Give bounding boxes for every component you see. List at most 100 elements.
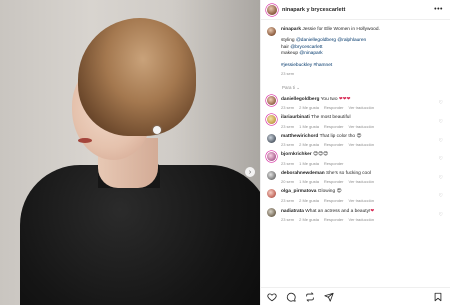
heart-eyes-emoji: 😍: [336, 189, 342, 195]
like-comment-icon[interactable]: ♡: [439, 119, 443, 125]
comment-likes[interactable]: 2 Me gusta: [299, 142, 319, 147]
post-caption: ninapark Jessie for Elle Women in Hollyw…: [261, 21, 450, 77]
comment-item: olga_pirmatova Glowing 😍 23 sem 2 Me gus…: [261, 189, 450, 203]
reply-button[interactable]: Responder: [324, 142, 344, 147]
reply-button[interactable]: Responder: [324, 217, 344, 222]
comment-text: What an actress and a beauty!: [303, 208, 371, 214]
photo-hair: [78, 18, 196, 136]
repost-icon[interactable]: [305, 291, 315, 302]
makeup-account-link[interactable]: @ninapark: [299, 51, 322, 56]
comment-likes[interactable]: 1 Me gusta: [299, 161, 319, 166]
see-translation-link[interactable]: Ver traducción: [349, 217, 375, 222]
heart-icon[interactable]: [267, 292, 277, 302]
comment-item: ilariaurbinati The most beautiful 23 sem…: [261, 115, 450, 129]
comment-text: That lip color tho: [318, 133, 357, 139]
heart-emoji: ❤: [370, 207, 375, 213]
for-you-label[interactable]: Para ti ⌄: [261, 81, 450, 91]
heart-eyes-emoji: 😍😍😍: [313, 152, 329, 158]
comment-item: deborahnewdeman She's so fucking cool 20…: [261, 170, 450, 185]
comment-username[interactable]: ilariaurbinati: [281, 115, 310, 120]
like-comment-icon[interactable]: ♡: [439, 175, 443, 181]
caption-time: 23 sem: [281, 71, 295, 77]
styling-accounts-link[interactable]: @daniellegoldberg @ralphlauren: [296, 38, 366, 43]
comment-username[interactable]: matthewirichord: [281, 134, 318, 139]
comment-avatar[interactable]: [267, 95, 276, 105]
styling-label: styling: [281, 38, 296, 44]
hashtags-link[interactable]: #jessiebuckley #hamnet: [281, 63, 332, 68]
comment-avatar[interactable]: [267, 152, 276, 162]
post-authors[interactable]: ninapark y brycescarlett: [282, 7, 345, 13]
bookmark-icon[interactable]: [433, 292, 443, 302]
reply-button[interactable]: Responder: [324, 161, 344, 166]
comment-item: matthewirichord That lip color tho 😍 23 …: [261, 133, 450, 148]
photo-earring: [153, 126, 161, 134]
comment-username[interactable]: bjornkrichker: [281, 152, 312, 157]
post-photo[interactable]: ›: [0, 0, 260, 305]
heart-emoji: ❤❤❤: [338, 95, 351, 101]
comment-item: nadiatrata What an actress and a beauty!…: [261, 207, 450, 223]
comment-likes[interactable]: 2 Me gusta: [299, 217, 319, 222]
comment-time: 23 sem: [281, 197, 295, 203]
post-actions-bar: [261, 287, 450, 305]
chevron-down-icon: ⌄: [296, 84, 301, 90]
comment-username[interactable]: nadiatrata: [281, 209, 304, 214]
like-comment-icon[interactable]: ♡: [439, 212, 443, 218]
caption-line1: Jessie for Elle Women in Hollywood.: [301, 27, 380, 32]
heart-eyes-emoji: 😍: [356, 133, 362, 139]
comment-text: The most beautiful: [309, 115, 351, 121]
see-translation-link[interactable]: Ver traducción: [349, 198, 375, 203]
comment-avatar[interactable]: [267, 133, 276, 143]
for-you-text: Para ti: [282, 84, 296, 90]
caption-avatar[interactable]: [267, 27, 276, 36]
comment-avatar[interactable]: [267, 207, 276, 217]
photo-lips: [78, 138, 92, 143]
author-avatar[interactable]: [267, 4, 277, 15]
comment-likes[interactable]: 2 Me gusta: [299, 105, 319, 110]
comment-likes[interactable]: 2 Me gusta: [299, 198, 319, 203]
makeup-label: makeup: [281, 51, 300, 57]
comment-likes[interactable]: 1 Me gusta: [299, 124, 319, 129]
like-comment-icon[interactable]: ♡: [439, 156, 443, 162]
comment-icon[interactable]: [286, 292, 296, 302]
comment-time: 23 sem: [281, 123, 295, 129]
comment-avatar[interactable]: [267, 170, 276, 180]
reply-button[interactable]: Responder: [324, 105, 344, 110]
comment-text: You two: [319, 96, 339, 102]
see-translation-link[interactable]: Ver traducción: [349, 142, 375, 147]
reply-button[interactable]: Responder: [324, 124, 344, 129]
post-side-panel: ninapark y brycescarlett ••• ninapark Je…: [260, 0, 450, 305]
comment-time: 23 sem: [281, 217, 295, 223]
comment-username[interactable]: daniellegoldberg: [281, 97, 319, 102]
chevron-right-icon: ›: [248, 168, 252, 176]
comment-text: She's so fucking cool: [324, 170, 371, 176]
comment-likes[interactable]: 1 Me gusta: [299, 179, 319, 184]
comment-avatar[interactable]: [267, 115, 276, 125]
next-photo-button[interactable]: ›: [245, 167, 255, 177]
see-translation-link[interactable]: Ver traducción: [349, 124, 375, 129]
comment-time: 23 sem: [281, 160, 295, 166]
share-icon[interactable]: [324, 292, 334, 302]
caption-username[interactable]: ninapark: [281, 27, 301, 32]
comments-scroll[interactable]: ninapark Jessie for Elle Women in Hollyw…: [261, 21, 450, 287]
hair-account-link[interactable]: @brycescarlett: [290, 45, 322, 50]
comment-time: 23 sem: [281, 142, 295, 148]
see-translation-link[interactable]: Ver traducción: [349, 179, 375, 184]
like-comment-icon[interactable]: ♡: [439, 100, 443, 106]
comment-time: 23 sem: [281, 105, 295, 111]
comment-time: 20 sem: [281, 179, 295, 185]
post-dialog: › ninapark y brycescarlett ••• ninapark …: [0, 0, 450, 305]
comment-item: daniellegoldberg You two ❤❤❤ 23 sem 2 Me…: [261, 95, 450, 111]
comment-text: Glowing: [316, 189, 337, 195]
more-options-icon[interactable]: •••: [434, 6, 443, 13]
like-comment-icon[interactable]: ♡: [439, 138, 443, 144]
comment-avatar[interactable]: [267, 189, 276, 199]
reply-button[interactable]: Responder: [324, 198, 344, 203]
see-translation-link[interactable]: Ver traducción: [349, 105, 375, 110]
hair-label: hair: [281, 44, 291, 50]
post-header: ninapark y brycescarlett •••: [261, 0, 450, 20]
comment-item: bjornkrichker 😍😍😍 23 sem 1 Me gusta Resp…: [261, 152, 450, 166]
like-comment-icon[interactable]: ♡: [439, 193, 443, 199]
comment-username[interactable]: olga_pirmatova: [281, 189, 316, 194]
comment-username[interactable]: deborahnewdeman: [281, 171, 325, 176]
reply-button[interactable]: Responder: [324, 179, 344, 184]
